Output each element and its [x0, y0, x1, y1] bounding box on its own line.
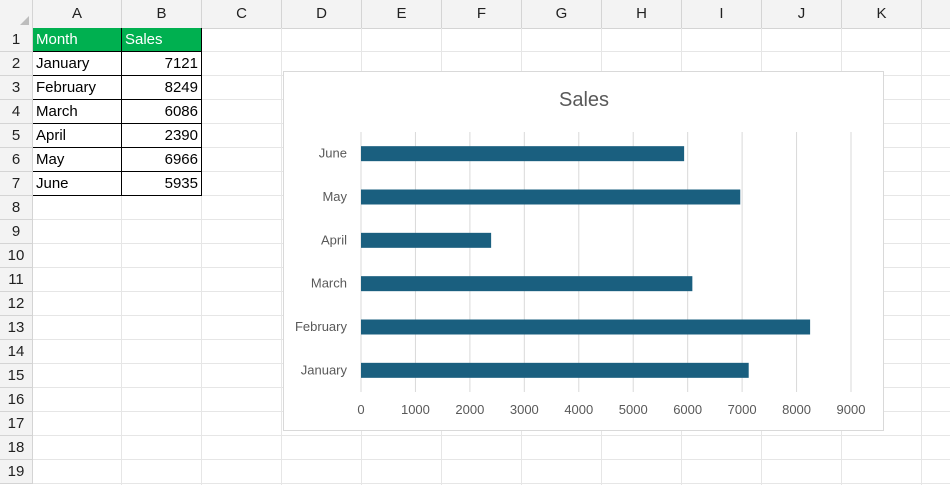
value-axis-labels: 0 1000 2000 3000 4000 5000 6000 7000 8000 9000	[357, 402, 865, 417]
bar-may[interactable]	[361, 189, 741, 205]
column-header-f[interactable]: F	[442, 0, 522, 28]
column-header-k[interactable]: K	[842, 0, 922, 28]
y-tick-label: April	[321, 232, 347, 247]
row-header[interactable]: 10	[0, 244, 33, 268]
cell-b4[interactable]: 6086	[122, 100, 202, 124]
x-tick-label: 7000	[728, 402, 757, 417]
column-header-b[interactable]: B	[122, 0, 202, 28]
row-header[interactable]: 17	[0, 412, 33, 436]
cell-a4[interactable]: March	[33, 100, 122, 124]
row-header[interactable]: 4	[0, 100, 33, 124]
row-header[interactable]: 9	[0, 220, 33, 244]
cell-a1[interactable]: Month	[33, 28, 122, 52]
sales-bar-chart[interactable]: Sales January February March April May June 0…	[283, 71, 884, 431]
cell-b3[interactable]: 8249	[122, 76, 202, 100]
x-tick-label: 3000	[510, 402, 539, 417]
row-header[interactable]: 2	[0, 52, 33, 76]
column-header-h[interactable]: H	[602, 0, 682, 28]
cell-a5[interactable]: April	[33, 124, 122, 148]
column-header-g[interactable]: G	[522, 0, 602, 28]
y-tick-label: March	[311, 276, 347, 291]
bar-february[interactable]	[361, 319, 811, 335]
column-header-c[interactable]: C	[202, 0, 282, 28]
bar-june[interactable]	[361, 146, 685, 162]
x-tick-label: 9000	[837, 402, 866, 417]
y-tick-label: February	[295, 319, 348, 334]
chart-title[interactable]: Sales	[559, 89, 609, 111]
x-tick-label: 8000	[782, 402, 811, 417]
cell-b2[interactable]: 7121	[122, 52, 202, 76]
column-header-e[interactable]: E	[362, 0, 442, 28]
row-header[interactable]: 5	[0, 124, 33, 148]
row-header[interactable]: 16	[0, 388, 33, 412]
row-header[interactable]: 11	[0, 268, 33, 292]
column-header-d[interactable]: D	[282, 0, 362, 28]
row-header[interactable]: 6	[0, 148, 33, 172]
select-all-corner[interactable]	[0, 0, 33, 28]
x-tick-label: 4000	[564, 402, 593, 417]
cell-a2[interactable]: January	[33, 52, 122, 76]
row-header[interactable]: 1	[0, 28, 33, 52]
row-header[interactable]: 15	[0, 364, 33, 388]
row-header[interactable]: 7	[0, 172, 33, 196]
y-tick-label: January	[301, 362, 348, 377]
x-tick-label: 2000	[455, 402, 484, 417]
row-header[interactable]: 18	[0, 436, 33, 460]
chart-gridlines	[360, 132, 852, 392]
y-tick-label: June	[319, 146, 347, 161]
row-header[interactable]: 13	[0, 316, 33, 340]
cell-a3[interactable]: February	[33, 76, 122, 100]
cell-b5[interactable]: 2390	[122, 124, 202, 148]
x-tick-label: 6000	[673, 402, 702, 417]
column-header-row: A B C D E F G H I J K	[0, 0, 950, 29]
chart-canvas: Sales January February March April May June 0…	[295, 89, 865, 417]
bar-april[interactable]	[361, 232, 492, 248]
column-header-a[interactable]: A	[33, 0, 122, 28]
row-header[interactable]: 19	[0, 460, 33, 484]
x-tick-label: 1000	[401, 402, 430, 417]
bar-january[interactable]	[361, 362, 749, 378]
row-header[interactable]: 12	[0, 292, 33, 316]
cell-a6[interactable]: May	[33, 148, 122, 172]
y-tick-label: May	[322, 189, 347, 204]
cell-b7[interactable]: 5935	[122, 172, 202, 196]
column-header-i[interactable]: I	[682, 0, 762, 28]
cell-a7[interactable]: June	[33, 172, 122, 196]
x-tick-label: 5000	[619, 402, 648, 417]
chart-bars	[361, 146, 811, 378]
x-tick-label: 0	[357, 402, 364, 417]
category-axis-labels: January February March April May June	[295, 146, 348, 378]
cell-b6[interactable]: 6966	[122, 148, 202, 172]
cell-b1[interactable]: Sales	[122, 28, 202, 52]
column-header-j[interactable]: J	[762, 0, 842, 28]
row-header[interactable]: 14	[0, 340, 33, 364]
bar-march[interactable]	[361, 276, 693, 292]
row-header[interactable]: 3	[0, 76, 33, 100]
row-header[interactable]: 8	[0, 196, 33, 220]
